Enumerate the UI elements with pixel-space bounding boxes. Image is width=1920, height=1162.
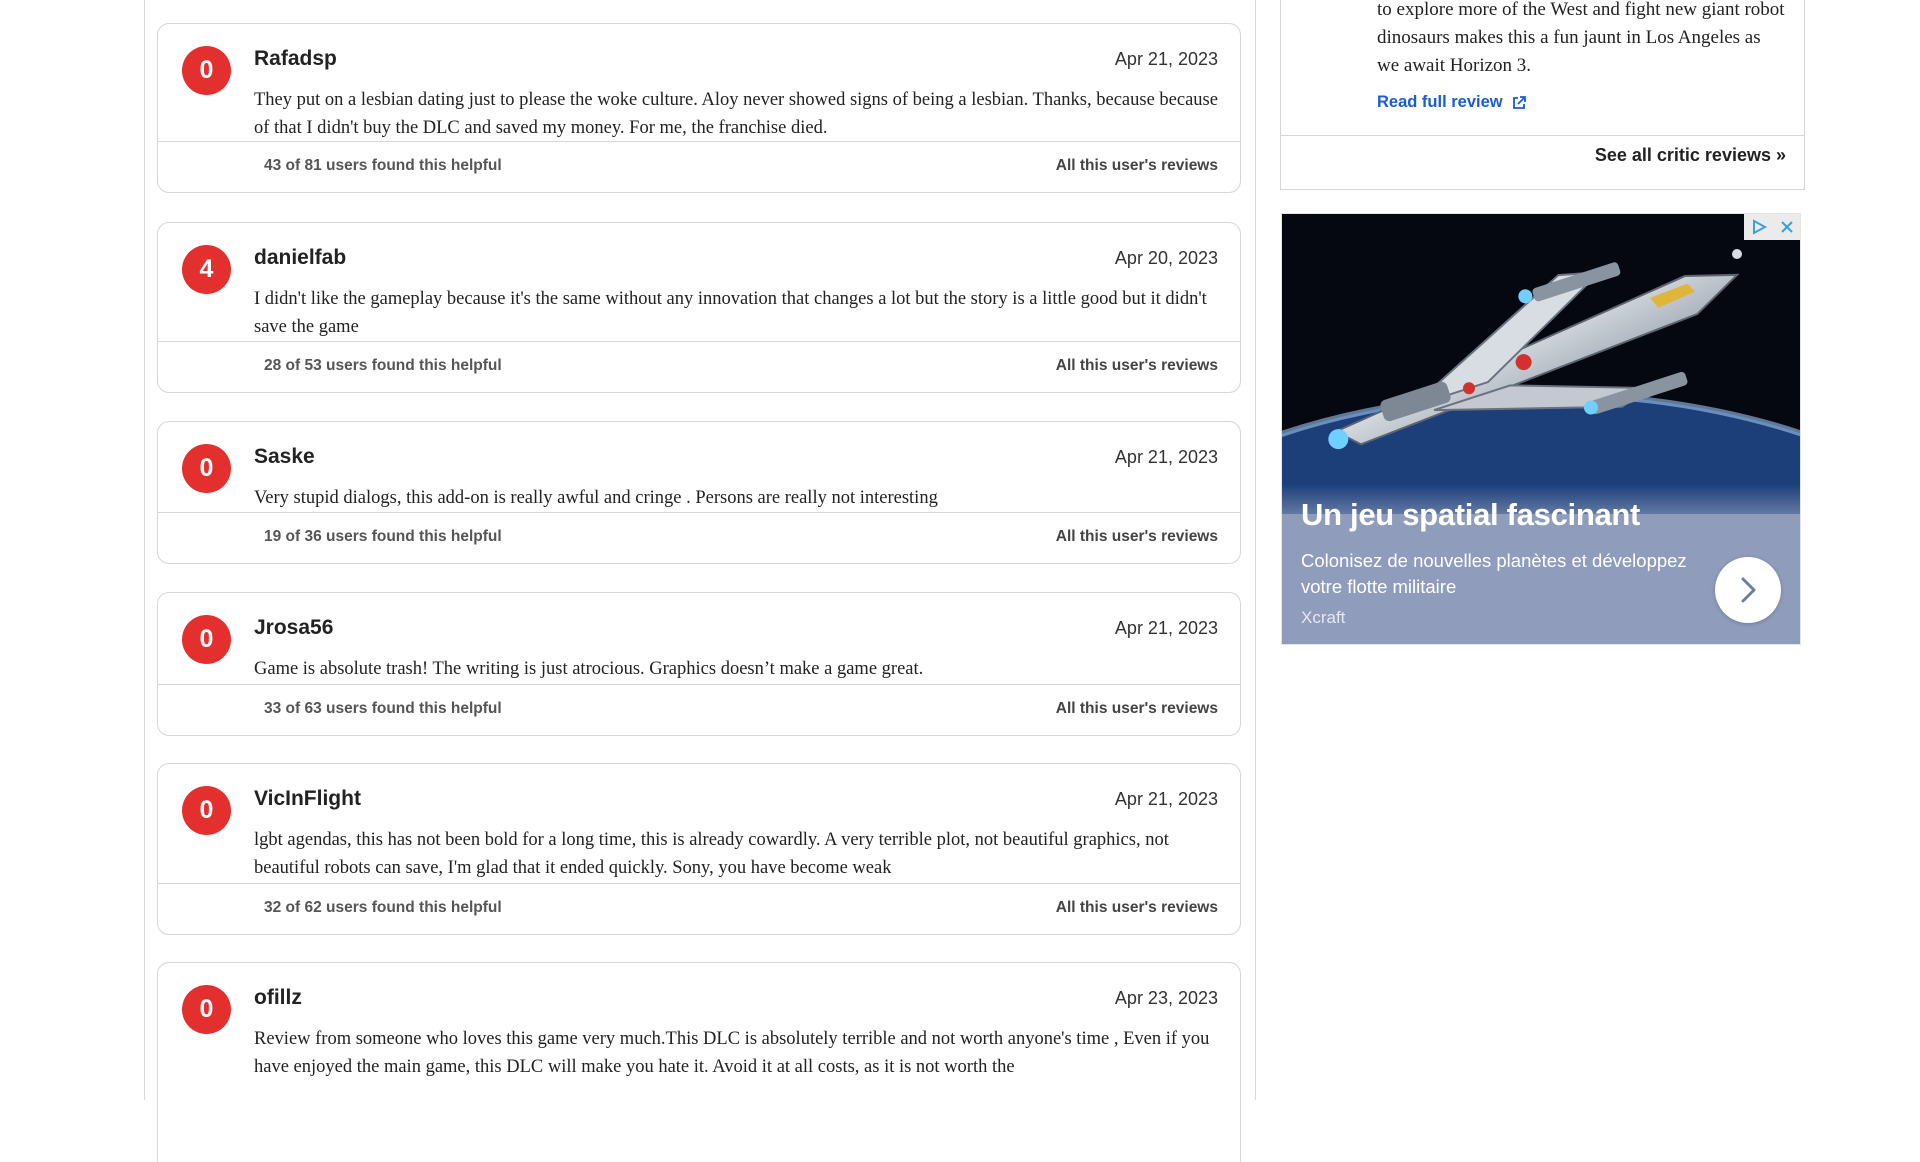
review-text: Very stupid dialogs, this add-on is real…	[254, 488, 938, 508]
divider	[1281, 135, 1804, 136]
review-text: lgbt agendas, this has not been bold for…	[254, 830, 1169, 878]
read-full-review-link[interactable]: Read full review	[1377, 93, 1527, 112]
review-footer: 19 of 36 users found this helpful All th…	[158, 512, 1240, 563]
ad-choices-bar	[1744, 214, 1800, 240]
all-user-reviews-link[interactable]: All this user's reviews	[1056, 157, 1218, 175]
review-date: Apr 20, 2023	[1114, 248, 1218, 268]
review-footer: 28 of 53 users found this helpful All th…	[158, 341, 1240, 392]
chevron-right-icon	[1741, 577, 1756, 603]
critic-review-box: to explore more of the West and fight ne…	[1280, 0, 1805, 190]
review-card: 0 VicInFlight Apr 21, 2023 lgbt agendas,…	[157, 763, 1241, 935]
review-date: Apr 21, 2023	[1114, 49, 1218, 69]
review-text: Review from someone who loves this game …	[254, 1029, 1210, 1077]
review-date: Apr 21, 2023	[1114, 618, 1218, 638]
helpful-count: 19 of 36 users found this helpful	[264, 528, 502, 545]
critic-review-text: to explore more of the West and fight ne…	[1377, 0, 1785, 76]
ad-brand: Xcraft	[1301, 608, 1346, 627]
ad-next-button[interactable]	[1715, 557, 1781, 623]
review-card: 0 ofillz Apr 23, 2023 Review from someon…	[157, 962, 1241, 1162]
review-footer: 33 of 63 users found this helpful All th…	[158, 684, 1240, 735]
review-username[interactable]: danielfab	[254, 246, 346, 270]
review-card: 0 Saske Apr 21, 2023 Very stupid dialogs…	[157, 421, 1241, 564]
all-user-reviews-link[interactable]: All this user's reviews	[1056, 357, 1218, 375]
review-text: Game is absolute trash! The writing is j…	[254, 659, 924, 679]
ad-description: Colonisez de nouvelles planètes et dével…	[1301, 550, 1687, 597]
review-username[interactable]: VicInFlight	[254, 787, 361, 811]
review-username[interactable]: Saske	[254, 445, 315, 469]
close-icon[interactable]	[1779, 219, 1795, 235]
review-card: 0 Jrosa56 Apr 21, 2023 Game is absolute …	[157, 592, 1241, 736]
review-username[interactable]: Jrosa56	[254, 616, 333, 640]
see-all-critic-reviews-link[interactable]: See all critic reviews »	[1595, 145, 1786, 166]
read-full-review-label: Read full review	[1377, 93, 1503, 111]
adchoices-icon[interactable]	[1750, 218, 1768, 236]
score-badge: 0	[182, 46, 231, 95]
advertisement[interactable]: Un jeu spatial fascinant Colonisez de no…	[1281, 213, 1801, 645]
review-text: They put on a lesbian dating just to ple…	[254, 90, 1218, 138]
review-date: Apr 21, 2023	[1114, 789, 1218, 809]
helpful-count: 33 of 63 users found this helpful	[264, 700, 502, 717]
ad-title[interactable]: Un jeu spatial fascinant	[1301, 497, 1640, 533]
external-link-icon	[1512, 95, 1526, 109]
ad-spaceship-image	[1282, 214, 1800, 514]
score-badge: 0	[182, 444, 231, 493]
review-username[interactable]: Rafadsp	[254, 47, 337, 71]
review-footer: 43 of 81 users found this helpful All th…	[158, 141, 1240, 192]
user-reviews-column: 0 Rafadsp Apr 21, 2023 They put on a les…	[144, 0, 1256, 1162]
review-card: 0 Rafadsp Apr 21, 2023 They put on a les…	[157, 23, 1241, 193]
helpful-count: 32 of 62 users found this helpful	[264, 899, 502, 916]
all-user-reviews-link[interactable]: All this user's reviews	[1056, 899, 1218, 917]
review-text: I didn't like the gameplay because it's …	[254, 289, 1207, 337]
score-badge: 0	[182, 786, 231, 835]
score-badge: 0	[182, 615, 231, 664]
review-card: 4 danielfab Apr 20, 2023 I didn't like t…	[157, 222, 1241, 393]
review-date: Apr 23, 2023	[1114, 988, 1218, 1008]
helpful-count: 43 of 81 users found this helpful	[264, 157, 502, 174]
review-username[interactable]: ofillz	[254, 986, 302, 1010]
review-date: Apr 21, 2023	[1114, 447, 1218, 467]
review-footer: 32 of 62 users found this helpful All th…	[158, 883, 1240, 934]
all-user-reviews-link[interactable]: All this user's reviews	[1056, 700, 1218, 718]
helpful-count: 28 of 53 users found this helpful	[264, 357, 502, 374]
score-badge: 4	[182, 245, 231, 294]
all-user-reviews-link[interactable]: All this user's reviews	[1056, 528, 1218, 546]
score-badge: 0	[182, 985, 231, 1034]
